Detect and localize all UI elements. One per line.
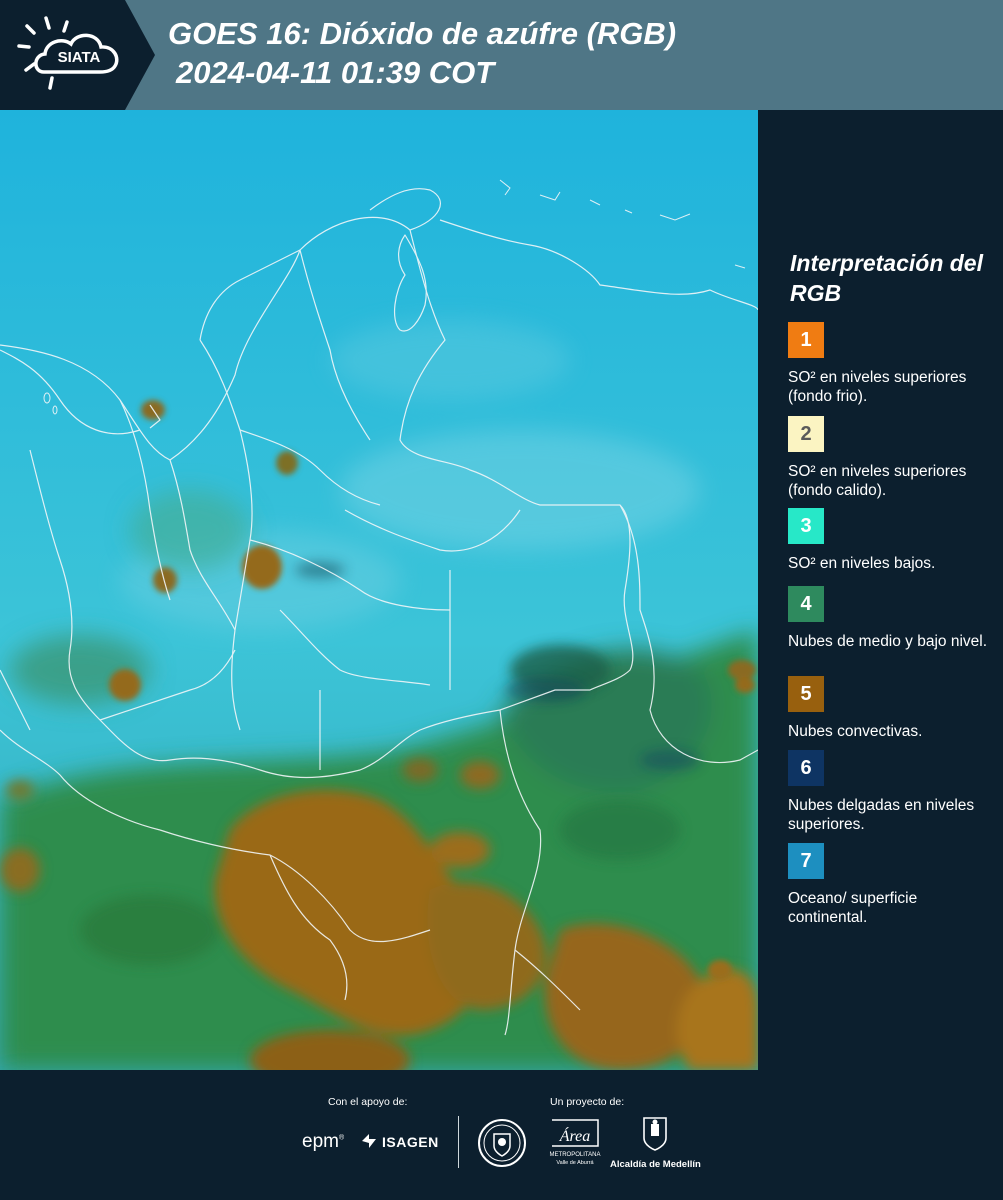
siata-logo[interactable]: SIATA: [0, 0, 155, 110]
footer-divider: [458, 1116, 459, 1168]
legend-text-5: Nubes convectivas.: [788, 723, 923, 740]
legend-text-1: SO² en niveles superiores (fondo frio).: [788, 369, 967, 405]
legend-item-6: 6 Nubes delgadas en niveles superiores.: [788, 750, 998, 834]
area-metropolitana-logo[interactable]: Área METROPOLITANA Valle de Aburrá: [548, 1116, 602, 1168]
area-logo-sub2: Valle de Aburrá: [556, 1160, 594, 1166]
legend-item-1: 1 SO² en niveles superiores (fondo frio)…: [788, 322, 998, 406]
legend-item-3: 3 SO² en niveles bajos.: [788, 508, 998, 573]
legend-title: Interpretación del RGB: [790, 250, 983, 306]
legend-swatch-5: 5: [788, 676, 824, 712]
legend-num-4: 4: [800, 592, 812, 615]
header-bar: SIATA GOES 16: Dióxido de azúfre (RGB) 2…: [0, 0, 1003, 110]
legend-text-2: SO² en niveles superiores (fondo calido)…: [788, 463, 967, 499]
legend-text-4: Nubes de medio y bajo nivel.: [788, 633, 988, 650]
title-line-1: GOES 16: Dióxido de azúfre (RGB): [168, 16, 677, 51]
title-line-2: 2024-04-11 01:39 COT: [176, 55, 495, 90]
epm-logo-text: epm: [302, 1131, 339, 1152]
alcaldia-logo[interactable]: Alcaldía de Medellín: [610, 1116, 701, 1170]
epm-logo[interactable]: epm®: [302, 1131, 344, 1153]
medellin-seal-icon[interactable]: [478, 1118, 526, 1168]
satellite-image: [0, 110, 758, 1070]
siata-logo-text: SIATA: [58, 49, 101, 66]
legend-swatch-2: 2: [788, 416, 824, 452]
legend-num-6: 6: [800, 756, 812, 779]
legend-swatch-3: 3: [788, 508, 824, 544]
area-logo-text: Área: [559, 1126, 591, 1145]
legend-item-5: 5 Nubes convectivas.: [788, 676, 998, 741]
legend-num-7: 7: [800, 849, 812, 872]
legend-num-5: 5: [800, 682, 812, 705]
alcaldia-shield-icon: [643, 1117, 667, 1151]
legend-swatch-6: 6: [788, 750, 824, 786]
legend-swatch-7: 7: [788, 843, 824, 879]
sponsor-footer: Con el apoyo de: Un proyecto de: epm® IS…: [0, 1070, 1003, 1200]
legend-item-2: 2 SO² en niveles superiores (fondo calid…: [788, 416, 998, 500]
legend-text-7: Oceano/ superficie continental.: [788, 890, 918, 926]
rgb-legend: Interpretación del RGB 1 SO² en niveles …: [760, 110, 1003, 1070]
legend-num-3: 3: [800, 514, 812, 537]
legend-num-2: 2: [800, 422, 812, 445]
support-label: Con el apoyo de:: [328, 1096, 408, 1108]
legend-text-3: SO² en niveles bajos.: [788, 555, 936, 572]
legend-item-7: 7 Oceano/ superficie continental.: [788, 843, 998, 927]
satellite-map[interactable]: [0, 110, 758, 1070]
isagen-icon: [362, 1134, 376, 1148]
legend-swatch-4: 4: [788, 586, 824, 622]
legend-text-6: Nubes delgadas en niveles superiores.: [788, 797, 975, 833]
alcaldia-text: Alcaldía de Medellín: [610, 1159, 701, 1170]
legend-swatch-1: 1: [788, 322, 824, 358]
isagen-logo[interactable]: ISAGEN: [382, 1134, 439, 1150]
page-title: GOES 16: Dióxido de azúfre (RGB) 2024-04…: [168, 14, 676, 92]
legend-num-1: 1: [800, 328, 812, 351]
project-label: Un proyecto de:: [550, 1096, 625, 1108]
area-logo-sub1: METROPOLITANA: [550, 1152, 601, 1158]
legend-item-4: 4 Nubes de medio y bajo nivel.: [788, 586, 998, 651]
